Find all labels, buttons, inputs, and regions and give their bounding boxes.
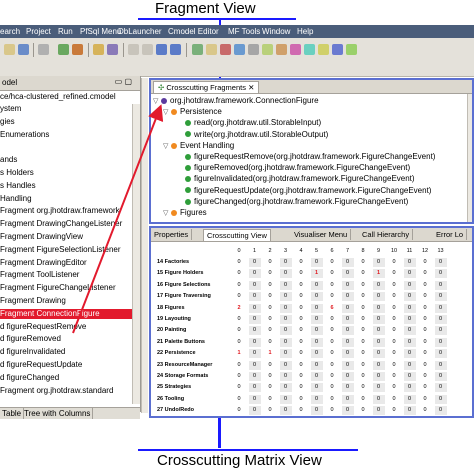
matrix-pointer-line — [218, 418, 221, 448]
matrix-caption-overline — [138, 449, 358, 451]
crosscutting-matrix-caption: Crosscutting Matrix View — [157, 452, 322, 469]
selection-arrow — [72, 104, 164, 334]
annotation-overlay — [72, 104, 358, 451]
